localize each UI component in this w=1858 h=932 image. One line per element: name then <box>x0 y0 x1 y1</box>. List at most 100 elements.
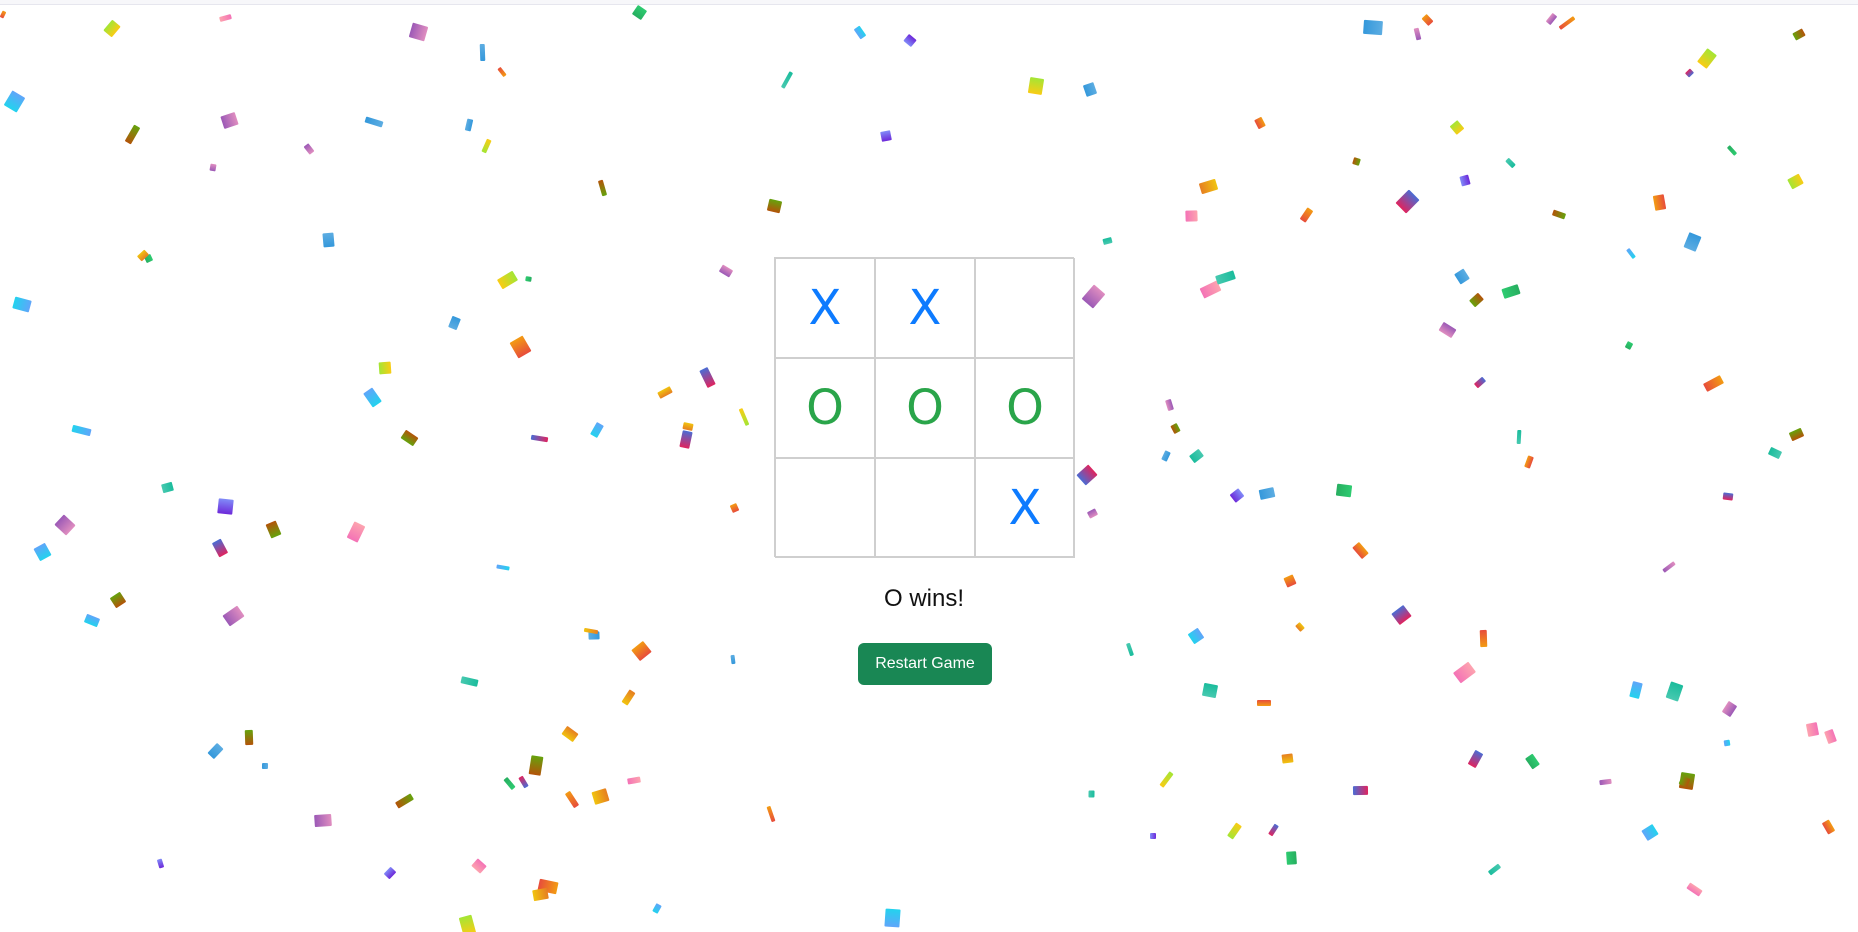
confetti-piece <box>1027 77 1045 95</box>
confetti-piece <box>532 887 549 902</box>
confetti-piece <box>1721 700 1738 718</box>
confetti-piece <box>1227 822 1242 840</box>
confetti-piece <box>156 858 165 869</box>
confetti-piece <box>1170 422 1181 435</box>
confetti-piece <box>1545 12 1558 26</box>
confetti-piece <box>12 296 32 313</box>
board-cell[interactable]: X <box>775 258 875 358</box>
confetti-piece <box>1722 492 1734 501</box>
confetti-piece <box>1697 48 1717 69</box>
board-cell[interactable] <box>975 258 1075 358</box>
confetti-piece <box>244 729 254 746</box>
confetti-piece <box>1088 790 1095 798</box>
board-cell[interactable]: O <box>975 358 1075 458</box>
confetti-piece <box>378 361 392 375</box>
confetti-piece <box>1281 753 1294 764</box>
confetti-piece <box>880 130 892 142</box>
confetti-piece <box>219 14 232 22</box>
board-cell[interactable]: O <box>875 358 975 458</box>
confetti-piece <box>33 542 52 562</box>
confetti-piece <box>220 112 239 129</box>
confetti-piece <box>1624 341 1634 350</box>
confetti-piece <box>1516 429 1522 445</box>
confetti-piece <box>209 163 217 172</box>
confetti-piece <box>590 421 604 439</box>
confetti-piece <box>54 514 76 536</box>
confetti-piece <box>1449 120 1465 135</box>
confetti-piece <box>124 124 141 145</box>
confetti-piece <box>1652 194 1667 211</box>
confetti-piece <box>682 422 694 431</box>
board-cell[interactable]: O <box>775 358 875 458</box>
game-board: X X O O O X <box>774 257 1075 558</box>
confetti-piece <box>780 71 794 89</box>
confetti-piece <box>1229 488 1245 503</box>
confetti-piece <box>1599 778 1612 786</box>
confetti-piece <box>1678 775 1691 788</box>
confetti-piece <box>1702 375 1725 392</box>
confetti-piece <box>1438 321 1457 339</box>
confetti-piece <box>1102 236 1113 246</box>
confetti-piece <box>496 270 519 290</box>
confetti-piece <box>1081 284 1106 309</box>
confetti-piece <box>1641 823 1659 842</box>
confetti-piece <box>265 520 282 539</box>
confetti-piece <box>679 430 693 449</box>
confetti-piece <box>1479 629 1488 648</box>
confetti-piece <box>631 4 648 21</box>
confetti-piece <box>364 116 384 128</box>
confetti-piece <box>588 631 600 640</box>
confetti-piece <box>1258 487 1276 500</box>
confetti-piece <box>1469 292 1484 308</box>
confetti-piece <box>1767 446 1783 460</box>
confetti-piece <box>1413 27 1422 41</box>
confetti-piece <box>314 813 332 828</box>
confetti-piece <box>1626 247 1636 260</box>
confetti-piece <box>903 33 917 48</box>
confetti-piece <box>103 19 121 38</box>
confetti-piece <box>1125 642 1135 657</box>
confetti-piece <box>583 627 599 635</box>
tic-tac-toe-game: X X O O O X O wins! Restart Game <box>774 257 1075 685</box>
confetti-piece <box>1824 728 1837 745</box>
confetti-piece <box>738 407 750 427</box>
confetti-piece <box>1665 681 1684 702</box>
confetti-piece <box>497 66 507 78</box>
confetti-piece <box>657 386 673 399</box>
confetti-piece <box>627 776 641 785</box>
confetti-piece <box>400 429 419 447</box>
confetti-piece <box>1524 455 1534 469</box>
confetti-piece <box>322 232 335 248</box>
confetti-piece <box>621 689 636 706</box>
confetti-piece <box>394 793 415 809</box>
confetti-piece <box>1189 448 1204 464</box>
confetti-piece <box>303 143 315 155</box>
restart-game-button[interactable]: Restart Game <box>858 643 992 685</box>
board-cell[interactable]: X <box>975 458 1075 558</box>
confetti-piece <box>1215 270 1236 285</box>
confetti-piece <box>591 788 610 805</box>
board-cell[interactable] <box>875 458 975 558</box>
confetti-piece <box>1805 722 1820 737</box>
confetti-piece <box>525 276 532 282</box>
confetti-piece <box>1459 174 1471 187</box>
confetti-piece <box>460 676 479 687</box>
confetti-piece <box>1551 209 1567 220</box>
confetti-piece <box>1352 157 1361 166</box>
board-cell[interactable] <box>775 458 875 558</box>
confetti-piece <box>1335 483 1353 498</box>
confetti-piece <box>853 25 867 40</box>
confetti-piece <box>1629 681 1643 699</box>
confetti-piece <box>1352 785 1369 796</box>
confetti-piece <box>458 914 477 932</box>
confetti-piece <box>1161 450 1171 462</box>
confetti-piece <box>1391 604 1412 626</box>
board-cell[interactable]: X <box>875 258 975 358</box>
confetti-piece <box>1395 189 1420 214</box>
confetti-piece <box>1159 771 1174 788</box>
confetti-piece <box>1165 398 1174 412</box>
confetti-piece <box>1185 210 1198 222</box>
confetti-piece <box>136 249 150 262</box>
confetti-piece <box>1283 574 1297 588</box>
confetti-piece <box>161 481 174 494</box>
